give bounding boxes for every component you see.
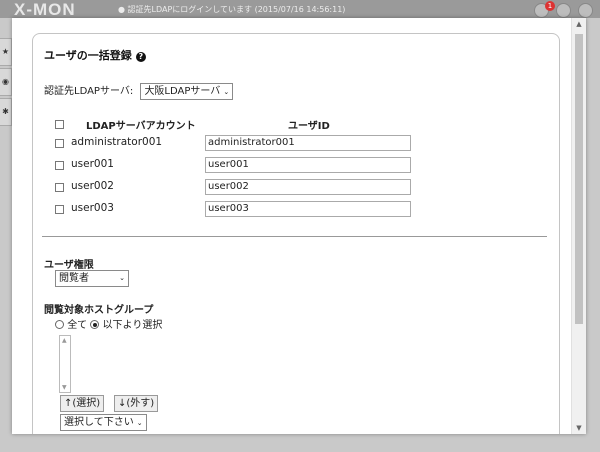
side-tabs: ★ ◉ ✱	[0, 38, 12, 128]
dialog-title: ユーザの一括登録?	[44, 47, 146, 63]
hostgroup-choose-value: 選択して下さい	[64, 417, 134, 428]
account-name: user003	[71, 202, 114, 214]
userid-input[interactable]: user001	[205, 157, 411, 173]
ldap-server-select[interactable]: 大阪LDAPサーバ ⌄	[140, 82, 234, 100]
hostgroup-choose-select[interactable]: 選択して下さい ⌄	[60, 414, 147, 431]
permission-select[interactable]: 閲覧者 ⌄	[55, 270, 129, 287]
app-logo: X-MON	[14, 0, 76, 19]
account-name: user002	[71, 180, 114, 192]
dialog-scrollbar[interactable]: ▲ ▼	[571, 18, 586, 434]
radio-select-below-label: 以下より選択	[102, 320, 163, 331]
scroll-down-icon[interactable]: ▼	[575, 424, 583, 432]
hostgroup-radio-group: 全て 以下より選択	[55, 316, 162, 331]
bulk-user-register-dialog: ユーザの一括登録? 認証先LDAPサーバ: 大阪LDAPサーバ ⌄ LDAPサーバ…	[12, 18, 586, 434]
notification-badge: 1	[545, 1, 555, 11]
permission-label: ユーザ権限	[44, 260, 94, 271]
row-checkbox[interactable]	[55, 161, 64, 170]
section-divider	[42, 236, 547, 237]
userid-input[interactable]: user002	[205, 179, 411, 195]
column-header-account: LDAPサーバアカウント	[86, 121, 196, 132]
view-tab-icon[interactable]: ◉	[0, 68, 12, 96]
scroll-up-icon[interactable]: ▲	[575, 20, 583, 28]
remove-hostgroup-button[interactable]: ↓(外す)	[114, 395, 159, 412]
row-checkbox[interactable]	[55, 205, 64, 214]
form-panel: ユーザの一括登録? 認証先LDAPサーバ: 大阪LDAPサーバ ⌄ LDAPサーバ…	[32, 33, 560, 434]
column-header-userid: ユーザID	[288, 121, 330, 132]
chevron-down-icon: ⌄	[136, 419, 143, 427]
add-hostgroup-button[interactable]: ↑(選択)	[60, 395, 105, 412]
account-name: user001	[71, 158, 114, 170]
ldap-server-row: 認証先LDAPサーバ: 大阪LDAPサーバ ⌄	[44, 82, 234, 100]
permission-value: 閲覧者	[59, 273, 89, 284]
userid-input[interactable]: user003	[205, 201, 411, 217]
scroll-up-icon: ▲	[62, 337, 67, 344]
user-icon[interactable]	[578, 3, 593, 18]
account-name: administrator001	[71, 136, 163, 148]
row-checkbox[interactable]	[55, 183, 64, 192]
radio-select-below[interactable]	[90, 320, 100, 329]
chevron-down-icon: ⌄	[223, 87, 230, 96]
radio-all[interactable]	[55, 320, 64, 329]
userid-input[interactable]: administrator001	[205, 135, 411, 151]
settings-tab-icon[interactable]: ✱	[0, 98, 12, 126]
scroll-thumb[interactable]	[575, 34, 583, 324]
ldap-server-label: 認証先LDAPサーバ:	[44, 86, 134, 97]
chevron-down-icon: ⌄	[119, 274, 125, 282]
ldap-server-value: 大阪LDAPサーバ	[144, 85, 221, 97]
select-all-checkbox[interactable]	[55, 120, 64, 129]
selected-hostgroup-list[interactable]: ▲ ▼	[59, 335, 71, 393]
app-header: X-MON ● 認証先LDAPにログインしています (2015/07/16 14…	[0, 0, 600, 19]
hostgroup-label: 閲覧対象ホストグループ	[44, 305, 154, 316]
help-icon[interactable]: ?	[135, 52, 146, 62]
login-status: ● 認証先LDAPにログインしています (2015/07/16 14:56:11…	[118, 5, 346, 14]
favorites-tab-icon[interactable]: ★	[0, 38, 12, 66]
row-checkbox[interactable]	[55, 139, 64, 148]
scroll-down-icon: ▼	[62, 384, 67, 391]
settings-icon[interactable]	[556, 3, 571, 18]
radio-all-label: 全て	[67, 320, 88, 331]
dialog-title-text: ユーザの一括登録	[44, 49, 132, 62]
